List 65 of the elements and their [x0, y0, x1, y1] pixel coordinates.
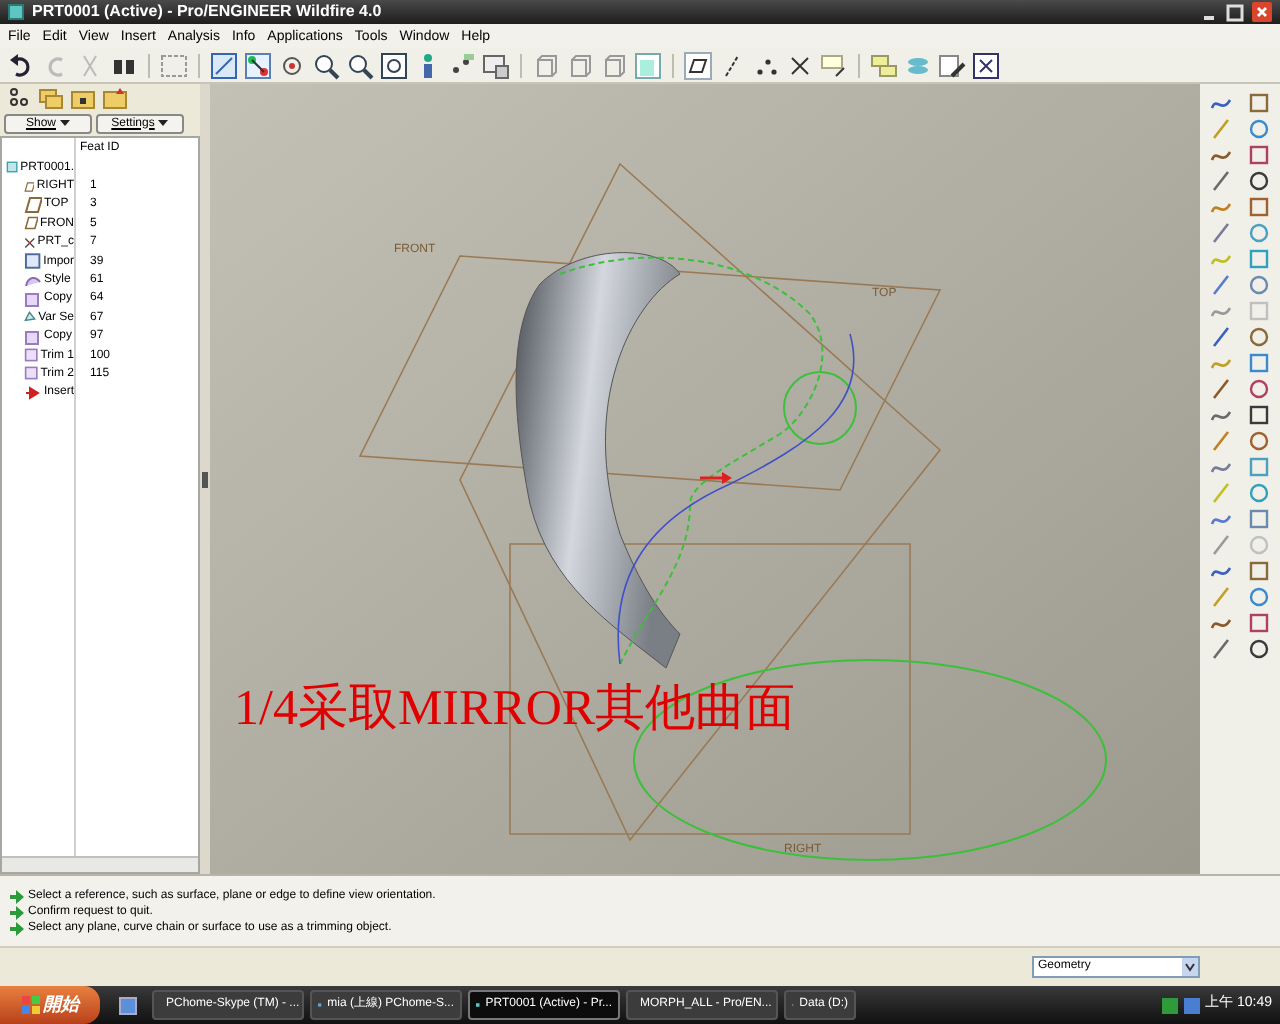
- import-feature-icon: [24, 252, 42, 271]
- close-icon[interactable]: [1252, 2, 1272, 22]
- windows-logo-icon: [21, 996, 39, 1014]
- line-icon[interactable]: [1210, 430, 1232, 452]
- dashed-curve[interactable]: [559, 256, 824, 665]
- node-link-icon[interactable]: [244, 51, 272, 79]
- line-icon[interactable]: [1210, 638, 1232, 660]
- spin-center-icon[interactable]: [278, 51, 306, 79]
- circle-icon[interactable]: [1248, 378, 1270, 400]
- cube-icon[interactable]: [532, 51, 560, 79]
- csys-icon[interactable]: [786, 51, 814, 79]
- cube-icon[interactable]: [600, 51, 628, 79]
- maximize-icon[interactable]: [1226, 3, 1244, 21]
- line-icon[interactable]: [1210, 326, 1232, 348]
- square-icon[interactable]: [1248, 560, 1270, 582]
- cube-icon[interactable]: [566, 51, 594, 79]
- circle-curve[interactable]: [783, 371, 857, 445]
- square-icon[interactable]: [1248, 612, 1270, 634]
- caret-icon: [60, 120, 70, 128]
- circle-icon[interactable]: [1248, 430, 1270, 452]
- zoom-window-icon[interactable]: [380, 51, 408, 79]
- zoom-out-icon[interactable]: [346, 51, 374, 79]
- refit-icon[interactable]: [210, 51, 238, 79]
- tree-icon[interactable]: [6, 86, 32, 110]
- line-icon[interactable]: [1210, 118, 1232, 140]
- zoom-in-icon[interactable]: [312, 51, 340, 79]
- sketch-plane-icon[interactable]: [820, 51, 848, 79]
- pencil-icon[interactable]: [938, 51, 966, 79]
- line-icon[interactable]: [1210, 274, 1232, 296]
- start-button[interactable]: 開始: [0, 986, 100, 1024]
- caret-icon: [158, 120, 169, 128]
- part-icon: [6, 158, 19, 177]
- line-icon[interactable]: [1210, 378, 1232, 400]
- line-icon[interactable]: [1210, 170, 1232, 192]
- layers-icon[interactable]: [870, 51, 898, 79]
- caret-icon: [1182, 958, 1198, 976]
- dots-icon[interactable]: [448, 51, 476, 79]
- line-icon[interactable]: [1210, 534, 1232, 556]
- line-icon[interactable]: [1210, 586, 1232, 608]
- grid-select-icon[interactable]: [160, 51, 188, 79]
- splitter-grip-icon: [202, 471, 208, 487]
- variable-section-icon: [24, 308, 37, 327]
- square-icon[interactable]: [1248, 144, 1270, 166]
- window-title: PRT0001 (Active) - Pro/ENGINEER Wildfire 4.0: [32, 4, 382, 20]
- shaded-cube-icon[interactable]: [634, 51, 662, 79]
- favorites-icon[interactable]: [102, 86, 128, 110]
- circle-icon[interactable]: [1248, 170, 1270, 192]
- style-feature-icon: [24, 271, 42, 290]
- horizontal-scrollbar[interactable]: [2, 856, 198, 872]
- square-icon[interactable]: [1248, 196, 1270, 218]
- coordinate-system-icon: [24, 233, 36, 252]
- circle-icon[interactable]: [1248, 638, 1270, 660]
- insert-arrow-icon: [24, 383, 42, 402]
- view-manager-icon[interactable]: [482, 51, 510, 79]
- square-icon[interactable]: [1248, 404, 1270, 426]
- circle-icon[interactable]: [1248, 326, 1270, 348]
- close-window-icon[interactable]: [972, 51, 1000, 79]
- direction-arrow: [700, 472, 732, 484]
- folder-icon[interactable]: [70, 86, 96, 110]
- surface-drawing[interactable]: [515, 252, 681, 669]
- plane-icon[interactable]: [684, 51, 712, 79]
- desktop-icon[interactable]: [118, 995, 138, 1015]
- app-icon: [8, 4, 24, 20]
- line-icon[interactable]: [1210, 222, 1232, 244]
- square-icon[interactable]: [1248, 92, 1270, 114]
